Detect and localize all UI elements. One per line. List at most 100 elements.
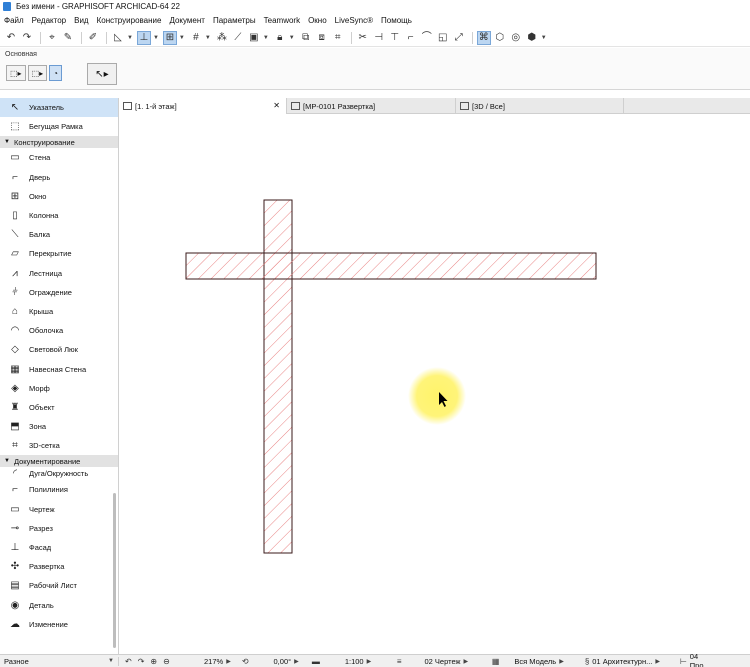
menu-document[interactable]: Документ [169,16,205,25]
3d-style-icon[interactable]: ⬢ [525,31,539,45]
zoom-in-icon[interactable]: ⊕ [150,657,157,666]
rotation-field[interactable]: ⟲ 0,00° ▶ [235,657,305,666]
inject-icon[interactable]: ✎ [61,31,75,45]
suspend-groups-icon[interactable]: ⟋ [231,31,245,45]
tab-interior-elevation[interactable]: [МР-0101 Развертка] [287,98,456,114]
fillet-icon[interactable]: ⌒ [420,31,434,45]
tool-mesh[interactable]: ⌗ 3D-сетка [0,436,118,455]
tool-slab[interactable]: ▱ Перекрытие [0,244,118,263]
tool-arc[interactable]: ◜ Дуга/Окружность [0,467,118,480]
tool-pointer[interactable]: ↖ Указатель [0,98,118,118]
menu-help[interactable]: Помощь [381,16,412,25]
scale-field[interactable]: ▬ 1:100 ▶ [305,657,390,666]
tool-curtain-wall[interactable]: ▦ Навесная Стена [0,359,118,378]
model-view-field[interactable]: ▦ Вся Модель ▶ [485,657,578,666]
tool-skylight[interactable]: ◇ Световой Люк [0,340,118,359]
chevron-down-icon[interactable]: ▼ [541,35,547,41]
toolbox-scrollbar[interactable] [113,493,116,648]
menu-edit[interactable]: Редактор [32,16,66,25]
chevron-down-icon[interactable]: ▼ [127,35,133,41]
toolbox-more-section[interactable]: Разное ▼ [0,656,119,666]
tool-wall[interactable]: ▭ Стена [0,148,118,167]
tool-object[interactable]: ♜ Объект [0,398,118,417]
tool-door[interactable]: ⌐ Дверь [0,168,118,187]
guide-lines-icon[interactable]: ⊥ [136,30,151,45]
split-icon[interactable]: ⊣ [372,31,386,45]
ungroup-icon[interactable]: ⧈ [315,31,329,45]
eyedropper-icon[interactable]: ✐ [86,31,100,45]
info-box-tab[interactable]: Основная [5,51,37,58]
tool-shell[interactable]: ◠ Оболочка [0,321,118,340]
undo-zoom-icon[interactable]: ↶ [125,657,132,666]
tool-polyline[interactable]: ⌐ Полилиния [0,480,118,499]
chevron-down-icon[interactable]: ▼ [263,35,269,41]
trim-icon[interactable]: ✂ [356,31,370,45]
intersect-icon[interactable]: ⌐ [404,31,418,45]
magic-wand-icon[interactable]: ⁂ [215,31,229,45]
tool-change[interactable]: ☁ Изменение [0,615,118,634]
tool-zone[interactable]: ⬒ Зона [0,417,118,436]
chevron-down-icon[interactable]: ▼ [289,35,295,41]
layer-combo-field[interactable]: § 01 Архитектурн... ▶ [578,657,673,666]
partial-elements-icon[interactable]: ⬚▸ [6,65,26,81]
tool-roof[interactable]: ⌂ Крыша [0,302,118,321]
tool-column[interactable]: ▯ Колонна [0,206,118,225]
menu-design[interactable]: Конструирование [97,16,162,25]
resize-icon[interactable]: ⤢ [452,31,466,45]
lock-icon[interactable]: 🔒︎ [273,31,287,45]
tool-stair[interactable]: ⩘ Лестница [0,264,118,283]
redo-zoom-icon[interactable]: ↷ [138,657,145,666]
tool-interior-elevation[interactable]: ✣ Развертка [0,557,118,576]
pick-up-icon[interactable]: ⌖ [45,31,59,45]
offset-icon[interactable]: ◱ [436,31,450,45]
menu-file[interactable]: Файл [4,16,24,25]
tool-beam[interactable]: ⟍ Балка [0,225,118,244]
tool-elevation[interactable]: ⊥ Фасад [0,538,118,557]
3d-window-icon[interactable]: ⬡ [493,31,507,45]
entire-elements-icon[interactable]: ⬚▸ [27,65,48,81]
chevron-down-icon: ▼ [108,658,114,664]
pointer-settings-icon[interactable]: ↖▸ [87,63,117,85]
tool-window[interactable]: ⊞ Окно [0,187,118,206]
tool-section[interactable]: ⊸ Разрез [0,519,118,538]
zoom-out-icon[interactable]: ⊖ [163,657,170,666]
menu-livesync[interactable]: LiveSync® [335,16,373,25]
document-group-header[interactable]: ▼ Документирование [0,455,118,468]
show-selection-icon[interactable]: ⌗ [331,31,345,45]
menu-window[interactable]: Окно [308,16,327,25]
tool-detail[interactable]: ◉ Деталь [0,596,118,615]
tool-railing[interactable]: ⫩ Ограждение [0,283,118,302]
3d-explore-icon[interactable]: ◎ [509,31,523,45]
measure-icon[interactable]: ◺ [111,31,125,45]
dimension-field[interactable]: ⊢ 04 Про [673,652,713,667]
snap-guides-icon[interactable]: ⊞ [162,30,177,45]
tool-label: Чертеж [29,504,55,514]
floor-plan-view-icon[interactable]: ⌘ [476,30,491,45]
tab-3d[interactable]: [3D / Все] [456,98,624,114]
adjust-icon[interactable]: ⊤ [388,31,402,45]
menu-options[interactable]: Параметры [213,16,256,25]
tool-drawing[interactable]: ▭ Чертеж [0,500,118,519]
chevron-down-icon[interactable]: ▼ [153,35,159,41]
menu-teamwork[interactable]: Teamwork [264,16,300,25]
floor-plan-canvas[interactable] [120,115,750,653]
group-icon[interactable]: ⧉ [299,31,313,45]
tab-floor-plan[interactable]: [1. 1-й этаж] ✕ [119,98,287,114]
rotate-selection-icon[interactable]: ◔ [49,65,62,81]
wall-horizontal[interactable] [185,252,597,280]
zoom-field[interactable]: 217% ▶ [173,657,235,666]
layer-settings-icon[interactable]: ▣ [247,31,261,45]
undo-icon[interactable]: ↶ [4,31,18,45]
menu-view[interactable]: Вид [74,16,88,25]
chevron-down-icon[interactable]: ▼ [179,35,185,41]
tool-worksheet[interactable]: ▤ Рабочий Лист [0,576,118,595]
tool-morph[interactable]: ◈ Морф [0,379,118,398]
tool-marquee[interactable]: ⬚ Бегущая Рамка [0,117,118,136]
redo-icon[interactable]: ↷ [20,31,34,45]
chevron-down-icon[interactable]: ▼ [205,35,211,41]
grid-icon[interactable]: # [189,31,203,45]
design-group-header[interactable]: ▼ Конструирование [0,136,118,149]
layer-combo-value: 01 Архитектурн... [592,656,653,666]
pen-set-field[interactable]: ≡ 02 Чертеж ▶ [390,657,485,666]
close-icon[interactable]: ✕ [273,101,280,110]
